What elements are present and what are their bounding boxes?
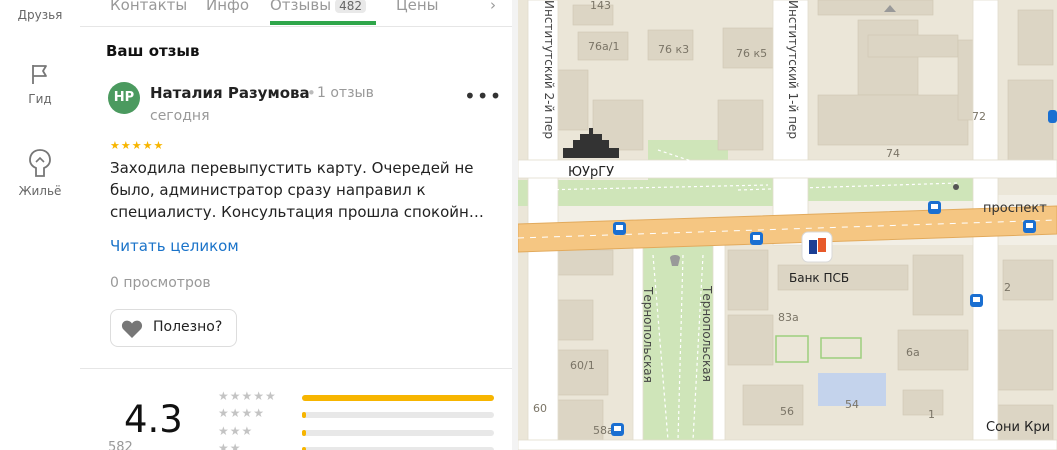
house-icon xyxy=(29,149,51,177)
avatar[interactable]: НР xyxy=(108,82,140,114)
tabs-more-icon[interactable]: › xyxy=(490,0,496,14)
rail-item-guide[interactable]: Гид xyxy=(0,62,80,106)
rail-item-friends[interactable]: Друзья xyxy=(0,8,80,22)
house-number: 60 xyxy=(533,402,547,415)
house-number: 76 к5 xyxy=(736,47,767,60)
review-rating-stars: ★★★★★ xyxy=(110,139,165,152)
rail-label-guide: Гид xyxy=(28,92,52,106)
poi-label-soni: Сони Кри xyxy=(986,420,1050,435)
section-title: Ваш отзыв xyxy=(106,42,200,60)
bus-stop-icon[interactable] xyxy=(611,423,624,436)
rating-row-3-fill xyxy=(302,430,306,436)
bus-stop-icon[interactable] xyxy=(970,294,983,307)
street-label-prospekt: проспект xyxy=(983,201,1047,216)
review-author[interactable]: Наталия Разумова xyxy=(150,84,310,102)
house-number: 72 xyxy=(972,110,986,123)
bus-stop-icon[interactable] xyxy=(750,232,763,245)
views-count: 0 просмотров xyxy=(110,275,211,291)
poi-label-bank: Банк ПСБ xyxy=(789,271,849,285)
tabs-bar: Контакты Инфо Отзывы 482 Цены › xyxy=(80,0,516,27)
tab-reviews[interactable]: Отзывы 482 xyxy=(270,0,366,14)
bus-stop-icon[interactable] xyxy=(1048,110,1057,123)
rating-row-4-fill xyxy=(302,412,306,418)
bank-logo-icon xyxy=(809,240,817,254)
rating-row-5-fill xyxy=(302,395,494,401)
rating-row-4-stars: ★★★★ xyxy=(218,406,266,420)
rail-label-friends: Друзья xyxy=(17,8,63,22)
house-number: 76 к3 xyxy=(658,43,689,56)
house-number: 143 xyxy=(590,0,611,12)
street-label-inst1: Институтский 1-й пер xyxy=(786,0,800,139)
flag-icon xyxy=(32,65,47,84)
house-number: 60/1 xyxy=(570,359,595,372)
house-number: 56 xyxy=(780,405,794,418)
rail-label-housing: Жильё xyxy=(18,184,62,198)
useful-label: Полезно? xyxy=(153,319,223,335)
house-number: 74 xyxy=(886,147,900,160)
bottle-icon xyxy=(953,184,959,190)
rating-row-4-track xyxy=(302,412,494,418)
house-number: 76а/1 xyxy=(588,40,619,53)
street-label-inst2: Институтский 2-й пер xyxy=(542,0,556,139)
review-date: сегодня xyxy=(150,108,210,124)
tab-prices[interactable]: Цены xyxy=(396,0,439,14)
rating-row-5-track xyxy=(302,395,494,401)
rating-row-5-stars: ★★★★★ xyxy=(218,389,277,403)
house-number: 6а xyxy=(906,346,920,359)
review-text: Заходила перевыпустить карту. Очередей н… xyxy=(110,159,484,221)
divider xyxy=(80,368,516,369)
tab-contacts[interactable]: Контакты xyxy=(110,0,187,14)
reviews-count-badge: 482 xyxy=(335,0,366,13)
house-number: 54 xyxy=(845,398,859,411)
street-label-ternop-b: Тернопольская xyxy=(700,285,714,382)
author-reviews-count: 1 отзыв xyxy=(317,85,374,101)
bus-stop-icon[interactable] xyxy=(928,201,941,214)
street-label-ternop-a: Тернопольская xyxy=(641,286,655,383)
house-number: 2 xyxy=(1004,281,1011,294)
org-panel: Контакты Инфо Отзывы 482 Цены › Ваш отзыв… xyxy=(80,0,516,450)
rail-item-housing[interactable]: Жильё xyxy=(0,148,80,198)
rating-row-2-stars: ★★ xyxy=(218,441,242,450)
house-number: 83а xyxy=(778,311,799,324)
left-rail: Друзья Гид Жильё xyxy=(0,0,81,450)
tab-reviews-label: Отзывы xyxy=(270,0,332,14)
bus-stop-icon[interactable] xyxy=(613,222,626,235)
house-number: 1 xyxy=(928,408,935,421)
overall-rating: 4.3 xyxy=(124,398,183,441)
more-options-icon[interactable]: ••• xyxy=(464,84,502,108)
active-tab-indicator xyxy=(270,21,376,25)
rating-row-3-track xyxy=(302,430,494,436)
bus-stop-icon[interactable] xyxy=(1023,220,1036,233)
map-view[interactable]: Институтский 2-й пер Институтский 1-й пе… xyxy=(518,0,1057,450)
useful-button[interactable]: Полезно? xyxy=(110,309,237,347)
heart-icon xyxy=(121,320,143,338)
poi-label-univ: ЮУрГУ xyxy=(568,165,614,180)
bank-logo-accent xyxy=(818,238,826,252)
rating-count: 582 xyxy=(108,440,133,450)
map-canvas[interactable]: Институтский 2-й пер Институтский 1-й пе… xyxy=(518,0,1057,450)
rating-row-3-stars: ★★★ xyxy=(218,424,254,438)
read-more-link[interactable]: Читать целиком xyxy=(110,237,239,255)
tab-info[interactable]: Инфо xyxy=(206,0,249,14)
separator-dot: • xyxy=(307,84,316,102)
